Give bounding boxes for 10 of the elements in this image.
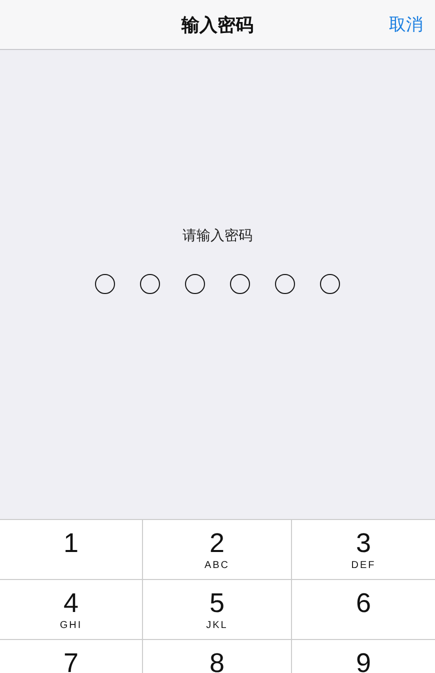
nav-title: 输入密码 — [182, 14, 254, 36]
keypad-key[interactable]: 1 — [0, 519, 143, 579]
keypad-key[interactable]: 8 — [143, 639, 292, 673]
keypad-key[interactable]: 9 — [292, 639, 435, 673]
keypad-key[interactable]: 4 GHI — [0, 579, 143, 639]
passcode-prompt: 请输入密码 — [182, 227, 252, 245]
cancel-button[interactable]: 取消 — [389, 13, 423, 36]
keypad-key[interactable]: 7 — [0, 639, 143, 673]
keypad-key[interactable]: 2 ABC — [143, 519, 292, 579]
keypad-key[interactable]: 5 JKL — [143, 579, 292, 639]
